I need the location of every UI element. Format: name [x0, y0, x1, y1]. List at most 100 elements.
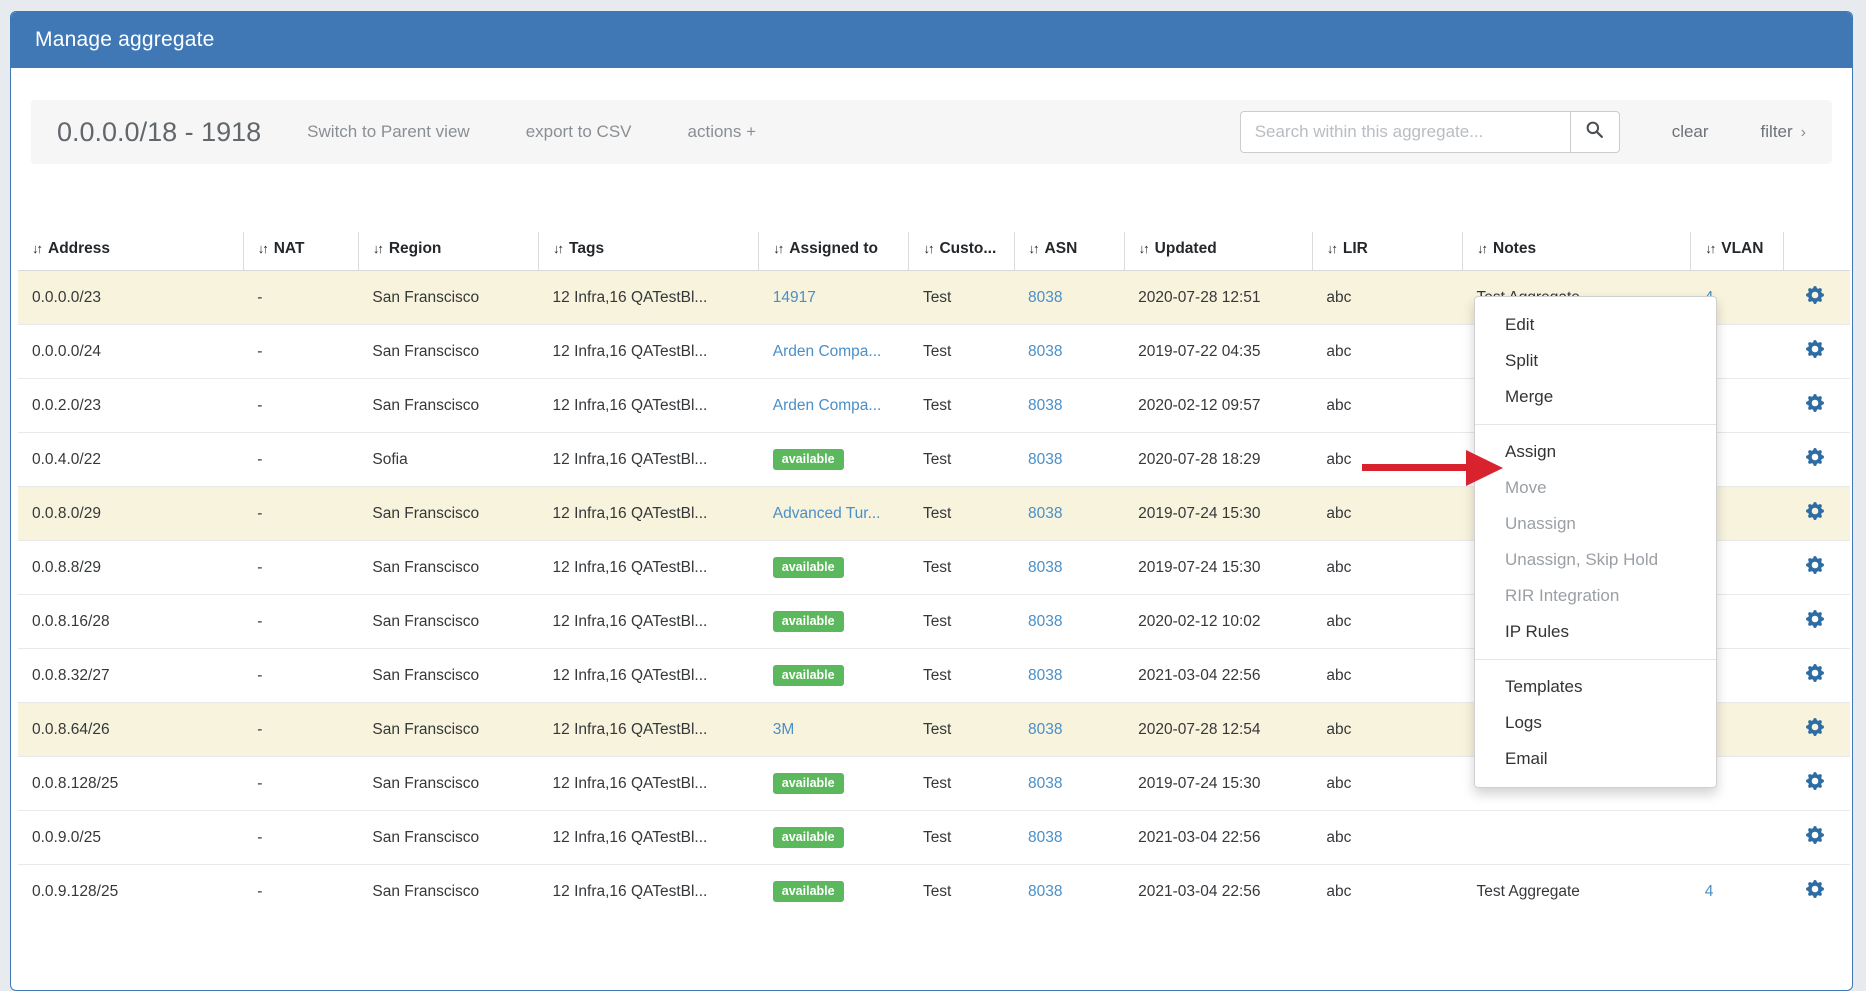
menu-item-move: Move: [1475, 470, 1716, 506]
vlan-link[interactable]: 4: [1705, 883, 1714, 900]
row-actions-cell[interactable]: [1784, 541, 1850, 595]
col-header-notes[interactable]: ↓↑Notes: [1463, 232, 1691, 271]
asn-link[interactable]: 8038: [1028, 775, 1062, 792]
menu-item-split[interactable]: Split: [1475, 343, 1716, 379]
customer-cell: Test: [909, 379, 1014, 433]
address-cell: 0.0.0.0/24: [18, 325, 243, 379]
gear-icon[interactable]: [1806, 885, 1824, 902]
asn-link[interactable]: 8038: [1028, 613, 1062, 630]
clear-link[interactable]: clear: [1672, 122, 1709, 142]
row-actions-cell[interactable]: [1784, 811, 1850, 865]
row-actions-cell[interactable]: [1784, 487, 1850, 541]
lir-cell: abc: [1312, 541, 1462, 595]
customer-cell: Test: [909, 757, 1014, 811]
menu-item-logs[interactable]: Logs: [1475, 705, 1716, 741]
assigned-to-cell: 14917: [759, 271, 909, 325]
row-actions-cell[interactable]: [1784, 595, 1850, 649]
assigned-to-link[interactable]: 3M: [773, 721, 795, 738]
filter-link[interactable]: filter›: [1761, 122, 1806, 142]
row-actions-cell[interactable]: [1784, 433, 1850, 487]
row-actions-cell[interactable]: [1784, 379, 1850, 433]
asn-link[interactable]: 8038: [1028, 667, 1062, 684]
updated-cell: 2019-07-24 15:30: [1124, 541, 1312, 595]
lir-cell: abc: [1312, 703, 1462, 757]
col-header-tags[interactable]: ↓↑Tags: [539, 232, 759, 271]
gear-icon[interactable]: [1806, 723, 1824, 740]
nat-cell: -: [243, 757, 358, 811]
tags-cell: 12 Infra,16 QATestBl...: [539, 271, 759, 325]
asn-cell: 8038: [1014, 703, 1124, 757]
region-cell: San Franscisco: [358, 379, 538, 433]
nat-cell: -: [243, 865, 358, 919]
customer-cell: Test: [909, 865, 1014, 919]
sort-arrows-icon: ↓↑: [553, 241, 562, 256]
menu-item-merge[interactable]: Merge: [1475, 379, 1716, 415]
gear-icon[interactable]: [1806, 777, 1824, 794]
export-csv-link[interactable]: export to CSV: [526, 122, 632, 142]
menu-item-rir-integration: RIR Integration: [1475, 578, 1716, 614]
chevron-right-icon: ›: [1801, 124, 1806, 142]
tags-cell: 12 Infra,16 QATestBl...: [539, 757, 759, 811]
col-header-vlan[interactable]: ↓↑VLAN: [1691, 232, 1784, 271]
row-actions-cell[interactable]: [1784, 325, 1850, 379]
col-header-custo[interactable]: ↓↑Custo...: [909, 232, 1014, 271]
gear-icon[interactable]: [1806, 561, 1824, 578]
asn-link[interactable]: 8038: [1028, 343, 1062, 360]
assigned-to-link[interactable]: 14917: [773, 289, 816, 306]
col-header-nat[interactable]: ↓↑NAT: [243, 232, 358, 271]
search-button[interactable]: [1570, 111, 1620, 153]
lir-cell: abc: [1312, 865, 1462, 919]
col-header-address[interactable]: ↓↑Address: [18, 232, 243, 271]
gear-icon[interactable]: [1806, 399, 1824, 416]
col-header-updated[interactable]: ↓↑Updated: [1124, 232, 1312, 271]
menu-item-email[interactable]: Email: [1475, 741, 1716, 777]
asn-link[interactable]: 8038: [1028, 883, 1062, 900]
row-actions-cell[interactable]: [1784, 271, 1850, 325]
col-header-asn[interactable]: ↓↑ASN: [1014, 232, 1124, 271]
sort-arrows-icon: ↓↑: [1327, 241, 1336, 256]
assigned-to-cell: available: [759, 811, 909, 865]
asn-link[interactable]: 8038: [1028, 289, 1062, 306]
gear-icon[interactable]: [1806, 507, 1824, 524]
lir-cell: abc: [1312, 811, 1462, 865]
asn-link[interactable]: 8038: [1028, 397, 1062, 414]
row-actions-cell[interactable]: [1784, 703, 1850, 757]
asn-link[interactable]: 8038: [1028, 505, 1062, 522]
assigned-to-link[interactable]: Arden Compa...: [773, 343, 882, 360]
address-cell: 0.0.9.128/25: [18, 865, 243, 919]
gear-icon[interactable]: [1806, 831, 1824, 848]
gear-icon[interactable]: [1806, 669, 1824, 686]
region-cell: San Franscisco: [358, 487, 538, 541]
menu-item-assign[interactable]: Assign: [1475, 434, 1716, 470]
asn-link[interactable]: 8038: [1028, 451, 1062, 468]
gear-icon[interactable]: [1806, 453, 1824, 470]
col-header-lir[interactable]: ↓↑LIR: [1312, 232, 1462, 271]
address-cell: 0.0.4.0/22: [18, 433, 243, 487]
asn-link[interactable]: 8038: [1028, 829, 1062, 846]
row-actions-cell[interactable]: [1784, 865, 1850, 919]
gear-icon[interactable]: [1806, 615, 1824, 632]
menu-divider: [1475, 659, 1716, 660]
aggregate-label: 0.0.0.0/18 - 1918: [57, 117, 261, 148]
row-actions-cell[interactable]: [1784, 757, 1850, 811]
menu-item-ip-rules[interactable]: IP Rules: [1475, 614, 1716, 650]
table-header-row: ↓↑Address↓↑NAT↓↑Region↓↑Tags↓↑Assigned t…: [18, 232, 1850, 271]
assigned-to-link[interactable]: Advanced Tur...: [773, 505, 881, 522]
actions-menu-link[interactable]: actions +: [688, 122, 757, 142]
search-input[interactable]: [1240, 111, 1570, 153]
nat-cell: -: [243, 433, 358, 487]
gear-icon[interactable]: [1806, 291, 1824, 308]
asn-link[interactable]: 8038: [1028, 721, 1062, 738]
updated-cell: 2021-03-04 22:56: [1124, 865, 1312, 919]
col-header-assigned-to[interactable]: ↓↑Assigned to: [759, 232, 909, 271]
menu-item-templates[interactable]: Templates: [1475, 669, 1716, 705]
menu-item-edit[interactable]: Edit: [1475, 307, 1716, 343]
gear-icon[interactable]: [1806, 345, 1824, 362]
switch-parent-view-link[interactable]: Switch to Parent view: [307, 122, 470, 142]
region-cell: San Franscisco: [358, 595, 538, 649]
nat-cell: -: [243, 811, 358, 865]
row-actions-cell[interactable]: [1784, 649, 1850, 703]
col-header-region[interactable]: ↓↑Region: [358, 232, 538, 271]
assigned-to-link[interactable]: Arden Compa...: [773, 397, 882, 414]
asn-link[interactable]: 8038: [1028, 559, 1062, 576]
